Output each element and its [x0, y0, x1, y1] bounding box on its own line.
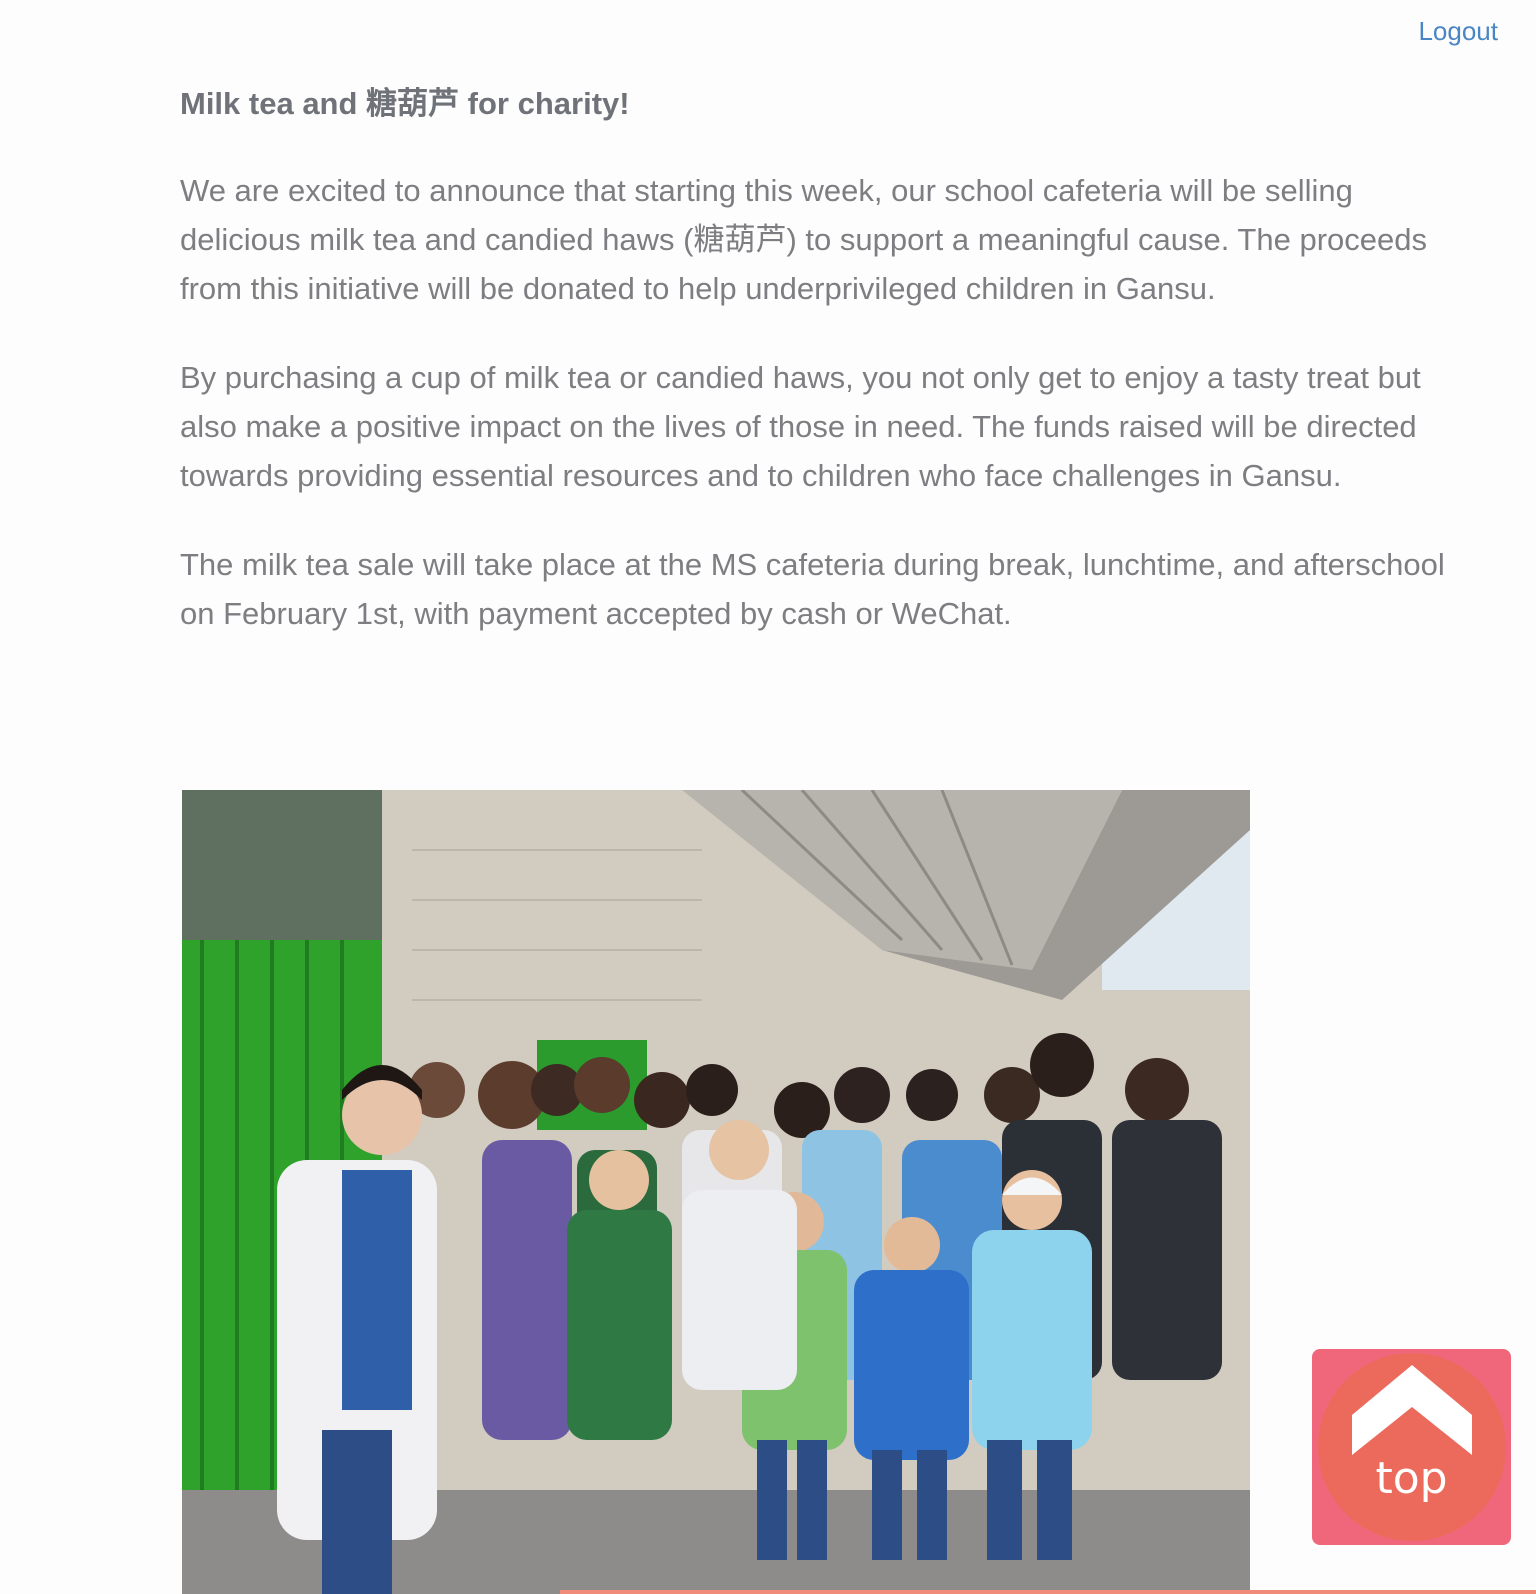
chevron-up-icon [1352, 1365, 1472, 1455]
article: Milk tea and 糖葫芦 for charity! We are exc… [180, 84, 1470, 678]
article-paragraph: We are excited to announce that starting… [180, 173, 1427, 306]
top-button-label: top [1375, 1453, 1448, 1504]
group-photo [182, 790, 1250, 1594]
bottom-edge-bar [560, 1590, 1536, 1594]
back-to-top-button[interactable]: top [1312, 1349, 1511, 1545]
article-paragraph: The milk tea sale will take place at the… [180, 547, 1445, 631]
article-title: Milk tea and 糖葫芦 for charity! [180, 86, 630, 121]
article-paragraph: By purchasing a cup of milk tea or candi… [180, 360, 1421, 493]
logout-link[interactable]: Logout [1418, 16, 1498, 47]
